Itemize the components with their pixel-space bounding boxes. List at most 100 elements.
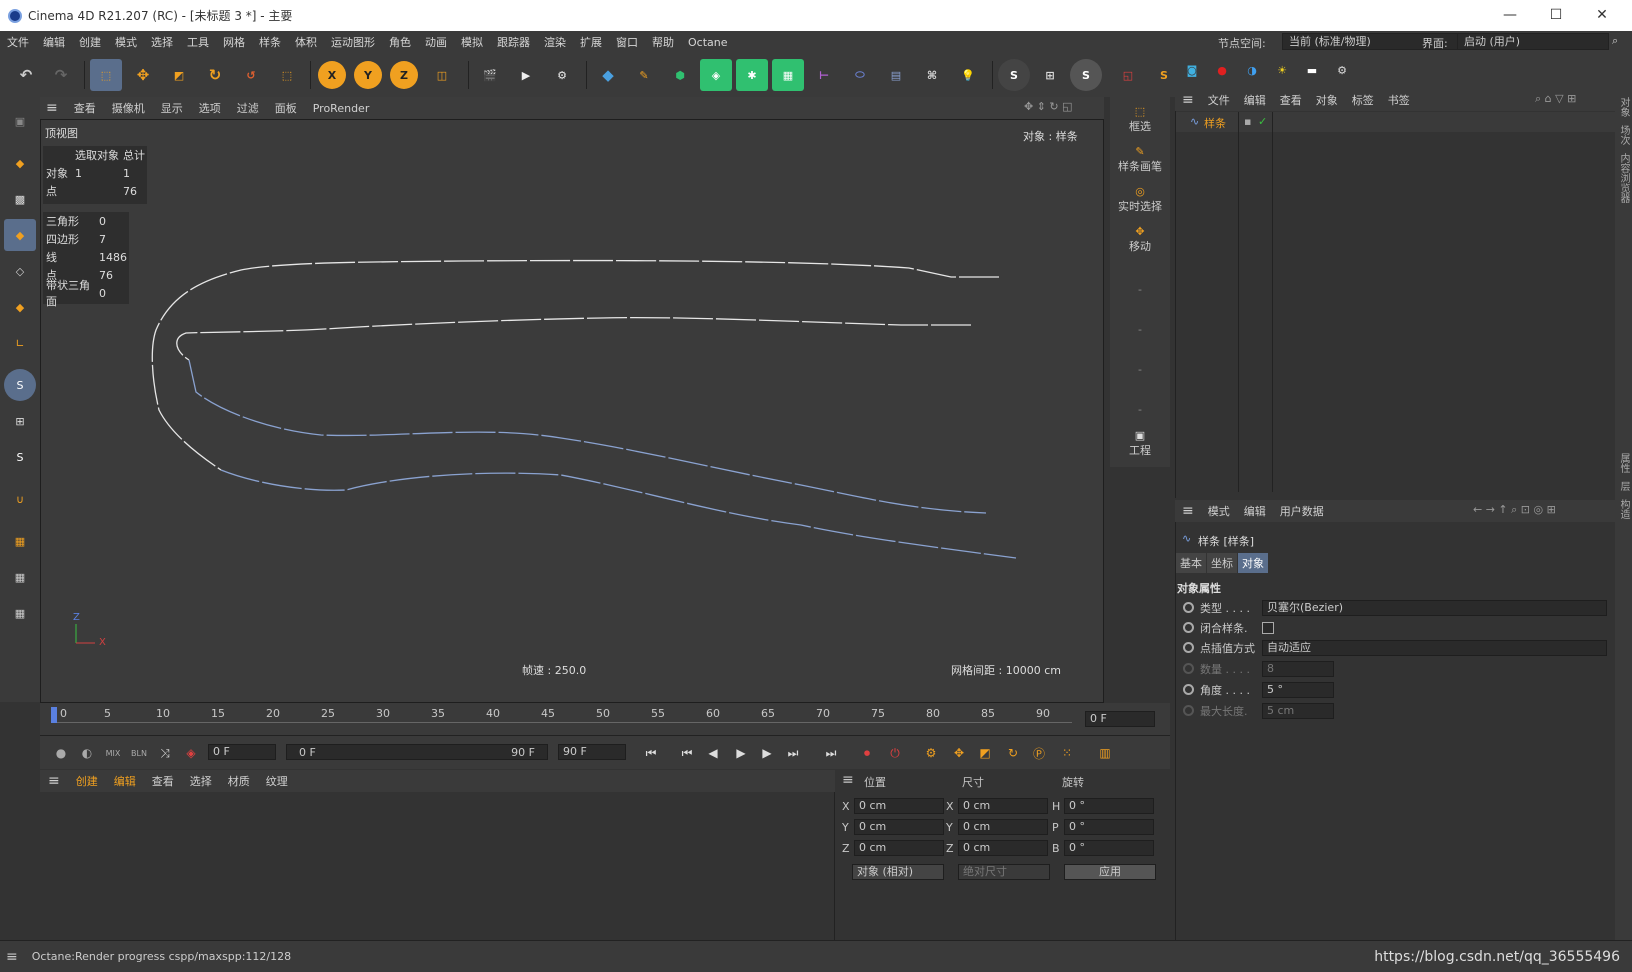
magnet-icon[interactable]: ∪: [4, 483, 36, 515]
viewport-menu-options[interactable]: 选项: [191, 100, 229, 116]
pen-icon[interactable]: ✎: [628, 59, 660, 91]
obj-menu-objects[interactable]: 对象: [1309, 92, 1345, 108]
keyframe-selection-icon[interactable]: ⚙: [920, 743, 942, 763]
next-frame-icon[interactable]: ▶: [756, 743, 778, 763]
array-icon[interactable]: ▦: [772, 59, 804, 91]
rot-p-field[interactable]: 0 °: [1064, 819, 1154, 835]
tool-move[interactable]: ✥ 移动: [1110, 225, 1170, 261]
record-icon[interactable]: ●: [1209, 57, 1235, 83]
size-x-field[interactable]: 0 cm: [958, 798, 1048, 814]
mat-menu-create[interactable]: 创建: [68, 773, 106, 789]
axis-mode-icon[interactable]: ∟: [4, 327, 36, 359]
spline-curve-lower[interactable]: [220, 469, 1017, 559]
obj-menu-bookmarks[interactable]: 书签: [1381, 92, 1417, 108]
viewport-nav-icons[interactable]: ✥ ⇕ ↻ ◱: [1024, 100, 1073, 113]
workplane-icon[interactable]: ▦: [4, 525, 36, 557]
settings-gear-icon[interactable]: ⚙: [1329, 57, 1355, 83]
key-rotation-icon[interactable]: ↻: [1002, 743, 1024, 763]
key-pla-icon[interactable]: ⁙: [1056, 743, 1078, 763]
menu-mode[interactable]: 模式: [108, 34, 144, 50]
undo-icon[interactable]: ↶: [10, 59, 42, 91]
object-row[interactable]: ∿ 样条 ▪ ✓: [1176, 112, 1615, 492]
frame-range-slider[interactable]: 0 F 90 F: [286, 744, 548, 760]
menu-file[interactable]: 文件: [0, 34, 36, 50]
cloner-icon[interactable]: ◈: [700, 59, 732, 91]
key-parameter-icon[interactable]: Ⓟ: [1028, 743, 1050, 763]
menu-select[interactable]: 选择: [144, 34, 180, 50]
menu-window[interactable]: 窗口: [609, 34, 645, 50]
tab-object[interactable]: 对象: [1238, 553, 1268, 573]
goto-start-icon[interactable]: ⏮: [640, 743, 662, 763]
pos-z-field[interactable]: 0 cm: [854, 840, 944, 856]
goto-end-icon[interactable]: ⏭: [820, 743, 842, 763]
hamburger-icon[interactable]: ≡: [6, 949, 18, 965]
contrast-icon[interactable]: ◑: [1239, 57, 1265, 83]
key-position-icon[interactable]: ✥: [948, 743, 970, 763]
deformer-icon[interactable]: ✱: [736, 59, 768, 91]
hamburger-icon[interactable]: ≡: [1175, 503, 1201, 519]
hamburger-icon[interactable]: ≡: [1175, 92, 1201, 108]
obj-menu-tags[interactable]: 标签: [1345, 92, 1381, 108]
start-frame-field[interactable]: 0 F: [208, 744, 276, 760]
menu-volume[interactable]: 体积: [288, 34, 324, 50]
menu-tools[interactable]: 工具: [180, 34, 216, 50]
octane-mix2-icon[interactable]: MIX: [102, 743, 124, 763]
visibility-icon[interactable]: ▪: [1244, 115, 1251, 128]
polygons-mode-icon[interactable]: ◆: [4, 291, 36, 323]
viewport-menu-panel[interactable]: 面板: [267, 100, 305, 116]
menu-render[interactable]: 渲染: [537, 34, 573, 50]
obj-menu-edit[interactable]: 编辑: [1237, 92, 1273, 108]
spline-curve-inner[interactable]: [176, 316, 971, 361]
viewport-menu-filter[interactable]: 过滤: [229, 100, 267, 116]
rot-b-field[interactable]: 0 °: [1064, 840, 1154, 856]
redo-icon[interactable]: ↷: [45, 59, 77, 91]
animate-radio[interactable]: [1183, 642, 1194, 653]
close-button[interactable]: ✕: [1579, 0, 1625, 31]
make-editable-icon[interactable]: ▣: [4, 105, 36, 137]
octane-s-icon[interactable]: S: [998, 59, 1030, 91]
size-z-field[interactable]: 0 cm: [958, 840, 1048, 856]
animate-radio[interactable]: [1183, 684, 1194, 695]
next-key-icon[interactable]: ⏭: [782, 743, 804, 763]
autokey-icon[interactable]: ⏻: [884, 743, 906, 763]
spline-curve[interactable]: [151, 259, 999, 471]
viewport-menu-prorender[interactable]: ProRender: [305, 102, 378, 115]
render-picture-viewer-icon[interactable]: ▶: [510, 59, 542, 91]
octane-nodes-icon[interactable]: ◈: [180, 743, 202, 763]
render-view-icon[interactable]: 🎬: [474, 59, 506, 91]
light-icon[interactable]: 💡: [952, 59, 984, 91]
menu-character[interactable]: 角色: [382, 34, 418, 50]
render-settings-icon[interactable]: ⚙: [546, 59, 578, 91]
animate-radio[interactable]: [1183, 622, 1194, 633]
floor-icon[interactable]: ▤: [880, 59, 912, 91]
menu-animate[interactable]: 动画: [418, 34, 454, 50]
octane-blend-icon[interactable]: BLN: [128, 743, 150, 763]
tool-slot[interactable]: -: [1110, 363, 1170, 376]
mat-menu-texture[interactable]: 纹理: [258, 773, 296, 789]
menu-mesh[interactable]: 网格: [216, 34, 252, 50]
octane-live-icon[interactable]: S: [1070, 59, 1102, 91]
texture-mode-icon[interactable]: ▩: [4, 183, 36, 215]
z-axis-icon[interactable]: Z: [390, 61, 418, 89]
recent-tool-icon[interactable]: ⬚: [271, 59, 303, 91]
octane-render-icon[interactable]: ◙: [1179, 57, 1205, 83]
octane-hierarchy-icon[interactable]: ⊞: [1034, 59, 1066, 91]
enabled-check-icon[interactable]: ✓: [1258, 115, 1267, 128]
hamburger-icon[interactable]: ≡: [40, 100, 66, 116]
attr-menu-mode[interactable]: 模式: [1201, 503, 1237, 519]
menu-edit[interactable]: 编辑: [36, 34, 72, 50]
workplane-rotate-icon[interactable]: ▦: [4, 597, 36, 629]
obj-menu-file[interactable]: 文件: [1201, 92, 1237, 108]
environment-icon[interactable]: ⬭: [844, 59, 876, 91]
obj-search-icon[interactable]: ⌕ ⌂ ▽ ⊞: [1535, 92, 1576, 106]
side-tab-structure[interactable]: 构造: [1616, 499, 1631, 519]
tool-slot[interactable]: -: [1110, 403, 1170, 416]
rot-h-field[interactable]: 0 °: [1064, 798, 1154, 814]
viewport-menu-view[interactable]: 查看: [66, 100, 104, 116]
shuffle-icon[interactable]: ⤨: [154, 743, 176, 763]
side-tab-content-browser[interactable]: 内容浏览器: [1616, 153, 1631, 203]
size-y-field[interactable]: 0 cm: [958, 819, 1048, 835]
end-frame-field[interactable]: 90 F: [558, 744, 626, 760]
hamburger-icon[interactable]: ≡: [40, 773, 68, 789]
menu-simulate[interactable]: 模拟: [454, 34, 490, 50]
